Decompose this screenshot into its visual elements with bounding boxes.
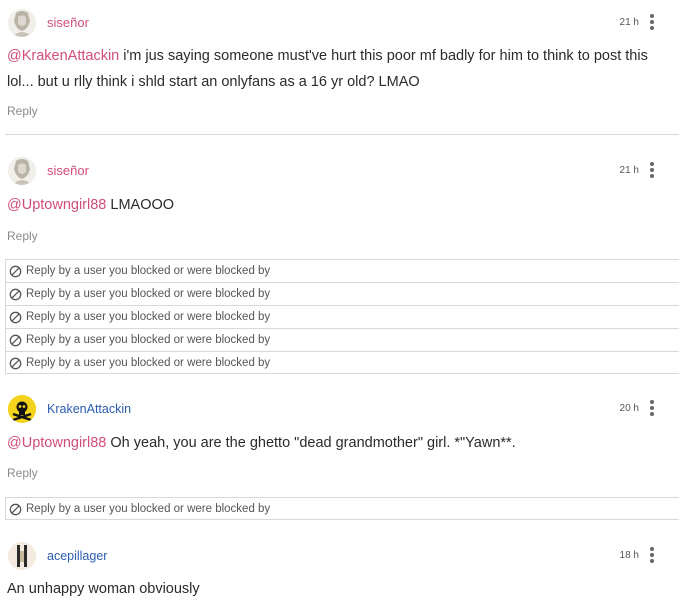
blocked-reply-row: Reply by a user you blocked or were bloc…	[5, 259, 679, 282]
comment-text: @Uptowngirl88 LMAOOO	[7, 192, 667, 218]
more-vertical-icon[interactable]	[647, 161, 657, 181]
blocked-notice: Reply by a user you blocked or were bloc…	[26, 265, 271, 277]
mention-link[interactable]: @KrakenAttackin	[7, 48, 119, 64]
username[interactable]: siseñor	[47, 163, 89, 179]
reply-button[interactable]: Reply	[7, 229, 38, 243]
comment-header: siseñor 21 h	[0, 155, 689, 195]
comment-1: siseñor 21 h @KrakenAttackin i'm jus say…	[0, 7, 689, 134]
avatar[interactable]	[8, 9, 36, 37]
avatar[interactable]	[8, 395, 36, 423]
comment-body-text: Oh yeah, you are the ghetto "dead grandm…	[106, 435, 516, 451]
no-entry-icon	[9, 503, 22, 516]
mention-link[interactable]: @Uptowngirl88	[7, 435, 106, 451]
comment-2: siseñor 21 h @Uptowngirl88 LMAOOO Reply	[0, 155, 689, 259]
blocked-notice: Reply by a user you blocked or were bloc…	[26, 288, 271, 300]
comment-text: @KrakenAttackin i'm jus saying someone m…	[7, 43, 667, 95]
comment-3: KrakenAttackin 20 h @Uptowngirl88 Oh yea…	[0, 393, 689, 497]
blocked-notice: Reply by a user you blocked or were bloc…	[26, 503, 271, 515]
avatar[interactable]	[8, 157, 36, 185]
no-entry-icon	[9, 288, 22, 301]
blocked-notice: Reply by a user you blocked or were bloc…	[26, 357, 271, 369]
username[interactable]: KrakenAttackin	[47, 401, 131, 417]
timestamp[interactable]: 18 h	[605, 550, 639, 562]
reply-button[interactable]: Reply	[7, 466, 38, 480]
more-vertical-icon[interactable]	[647, 399, 657, 419]
comment-text: An unhappy woman obviously	[7, 576, 667, 602]
blocked-reply-row: Reply by a user you blocked or were bloc…	[5, 328, 679, 351]
no-entry-icon	[9, 265, 22, 278]
timestamp[interactable]: 21 h	[605, 17, 639, 29]
mention-link[interactable]: @Uptowngirl88	[7, 197, 106, 213]
no-entry-icon	[9, 357, 22, 370]
username[interactable]: acepillager	[47, 548, 107, 564]
divider	[5, 134, 679, 135]
comment-4: acepillager 18 h An unhappy woman obviou…	[0, 540, 689, 615]
no-entry-icon	[9, 311, 22, 324]
timestamp[interactable]: 21 h	[605, 165, 639, 177]
blocked-reply-row: Reply by a user you blocked or were bloc…	[5, 351, 679, 374]
blocked-reply-row: Reply by a user you blocked or were bloc…	[5, 305, 679, 328]
comment-header: siseñor 21 h	[0, 7, 689, 47]
blocked-notice: Reply by a user you blocked or were bloc…	[26, 334, 271, 346]
blocked-reply-row: Reply by a user you blocked or were bloc…	[5, 497, 679, 520]
comment-header: acepillager 18 h	[0, 540, 689, 580]
more-vertical-icon[interactable]	[647, 13, 657, 33]
username[interactable]: siseñor	[47, 15, 89, 31]
timestamp[interactable]: 20 h	[605, 403, 639, 415]
blocked-reply-row: Reply by a user you blocked or were bloc…	[5, 282, 679, 305]
comment-text: @Uptowngirl88 Oh yeah, you are the ghett…	[7, 430, 667, 456]
avatar[interactable]	[8, 542, 36, 570]
more-vertical-icon[interactable]	[647, 546, 657, 566]
comment-body-text: An unhappy woman obviously	[7, 581, 200, 597]
blocked-notice: Reply by a user you blocked or were bloc…	[26, 311, 271, 323]
no-entry-icon	[9, 334, 22, 347]
comment-header: KrakenAttackin 20 h	[0, 393, 689, 433]
reply-button[interactable]: Reply	[7, 104, 38, 118]
comment-body-text: LMAOOO	[106, 197, 175, 213]
